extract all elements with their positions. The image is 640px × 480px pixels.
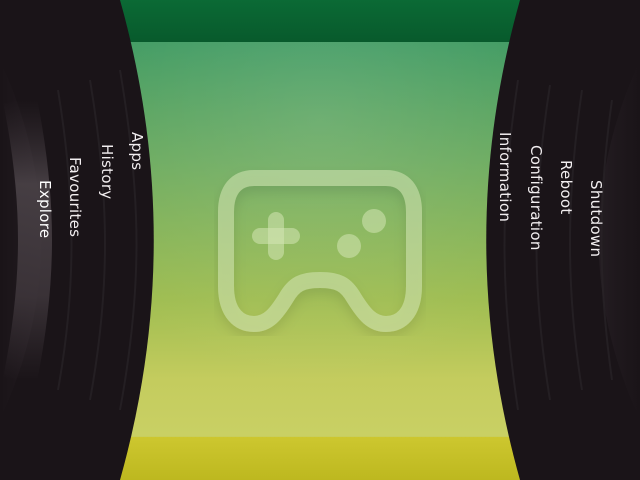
menu-item-apps[interactable]: Apps (128, 132, 146, 170)
menu-item-configuration[interactable]: Configuration (527, 145, 545, 251)
menu-item-information[interactable]: Information (496, 132, 514, 222)
menu-item-reboot[interactable]: Reboot (557, 160, 575, 215)
menu-item-history[interactable]: History (98, 144, 116, 199)
menu-item-favourites[interactable]: Favourites (66, 157, 84, 237)
menu-item-explore[interactable]: Explore (36, 180, 54, 238)
menu-item-shutdown[interactable]: Shutdown (587, 180, 605, 257)
